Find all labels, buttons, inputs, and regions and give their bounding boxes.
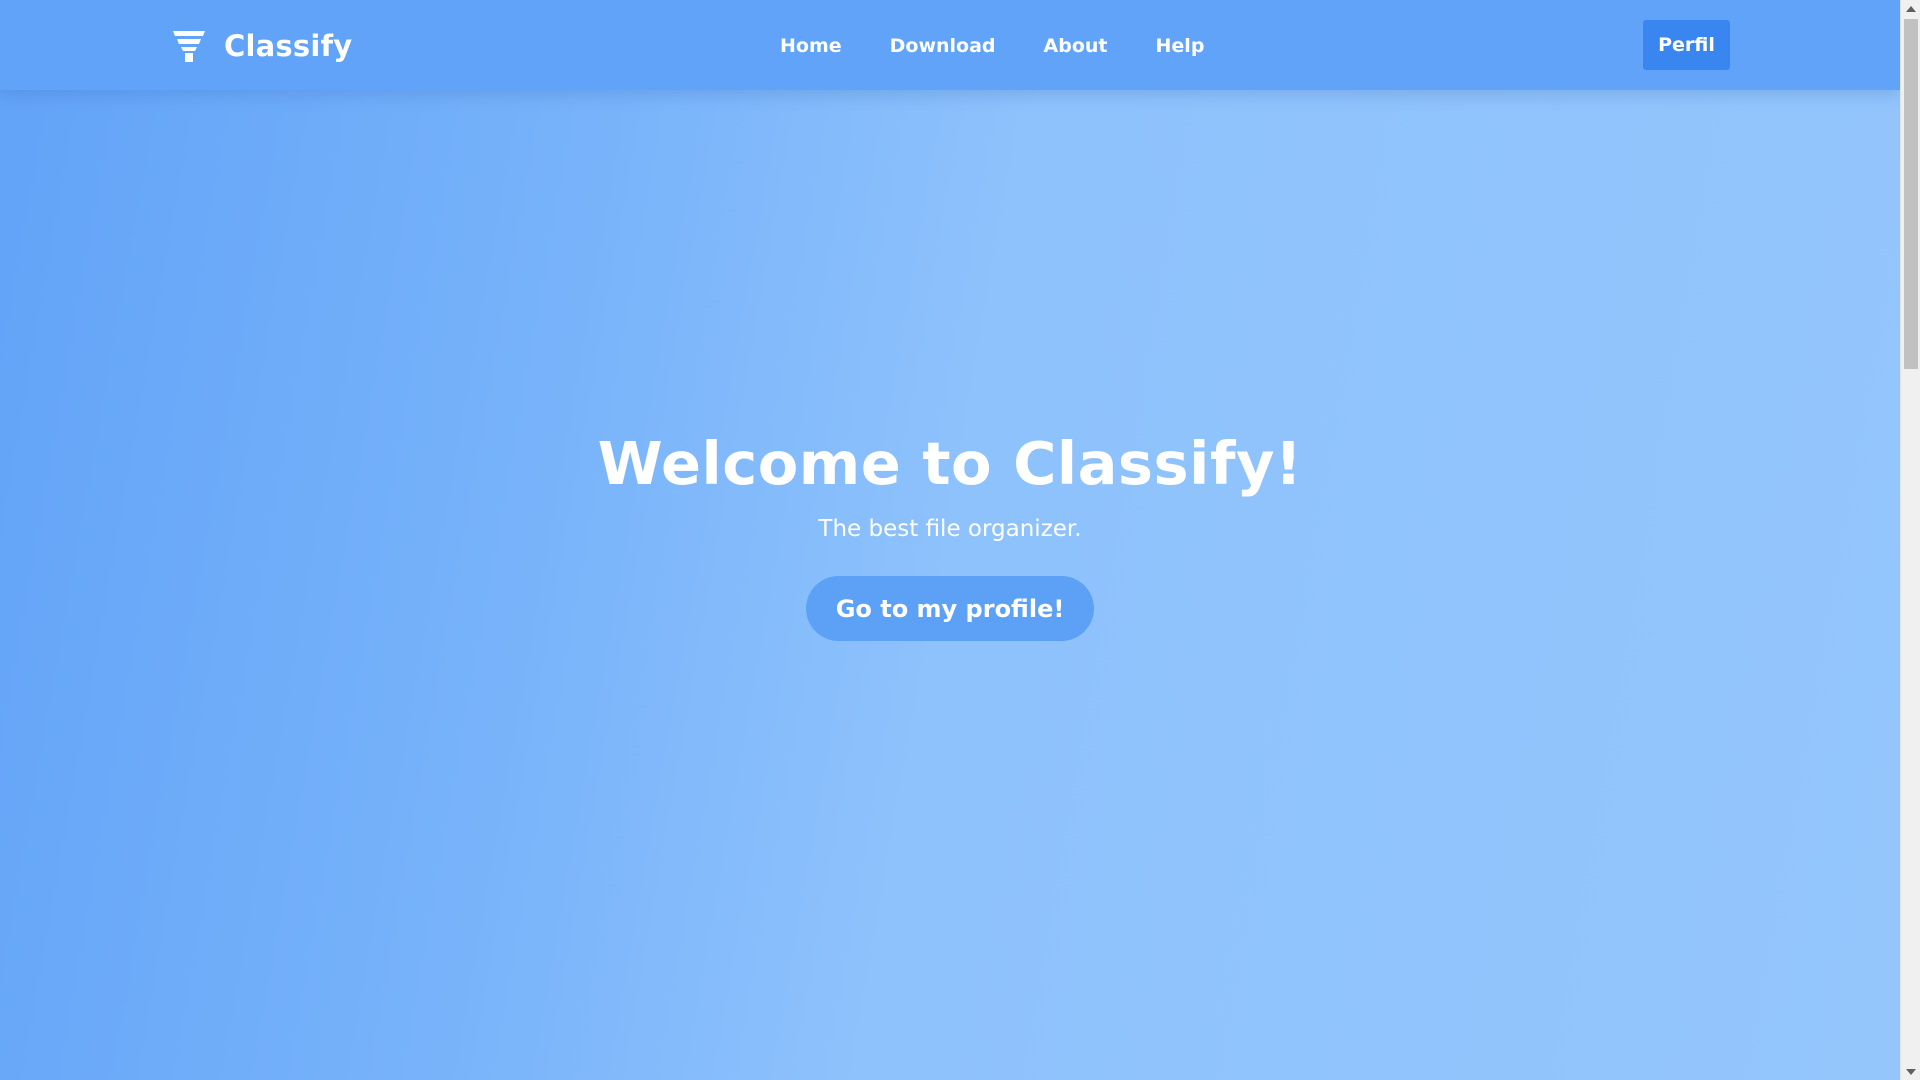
vertical-scrollbar[interactable]	[1900, 0, 1920, 1080]
page: Classify Home Download About Help Perfil…	[0, 0, 1920, 1080]
nav-link-help[interactable]: Help	[1156, 35, 1205, 57]
nav-links: Home Download About Help	[780, 30, 1204, 62]
brand-name: Classify	[224, 29, 353, 63]
go-to-profile-button[interactable]: Go to my profile!	[805, 576, 1095, 641]
scroll-down-arrow-icon[interactable]	[1901, 1063, 1920, 1080]
hero-section: Welcome to Classify! The best file organ…	[0, 420, 1900, 641]
nav-link-about[interactable]: About	[1044, 35, 1108, 57]
nav-link-download[interactable]: Download	[890, 35, 996, 57]
hero-subtitle: The best file organizer.	[818, 516, 1082, 542]
scroll-up-arrow-icon[interactable]	[1901, 0, 1920, 17]
scrollbar-thumb[interactable]	[1904, 19, 1918, 369]
brand-logo[interactable]: Classify	[172, 26, 352, 66]
nav-link-home[interactable]: Home	[780, 35, 842, 57]
funnel-icon	[173, 31, 205, 62]
navbar: Classify Home Download About Help Perfil	[0, 0, 1900, 90]
hero-title: Welcome to Classify!	[597, 429, 1303, 498]
profile-button[interactable]: Perfil	[1643, 20, 1730, 70]
